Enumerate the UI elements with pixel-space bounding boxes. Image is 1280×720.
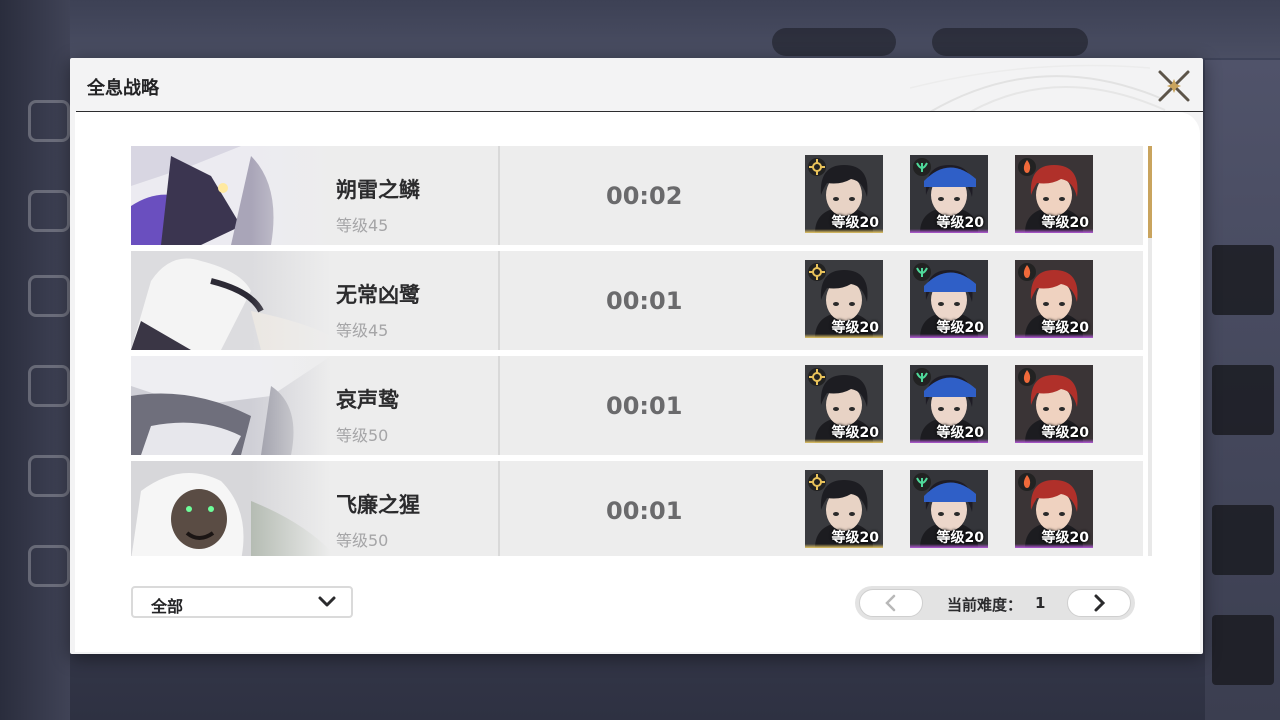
- team-member-card[interactable]: 等级20: [1015, 155, 1093, 233]
- boss-portrait: [131, 251, 331, 350]
- boss-record-row[interactable]: 朔雷之鳞等级45 00:02 等级20 等级20 等级20: [131, 146, 1143, 245]
- background-icon: [28, 190, 70, 232]
- team-member-card[interactable]: 等级20: [910, 155, 988, 233]
- dialog-content: 朔雷之鳞 等级45 00:02 等级20 等级20 等级20 无常凶鹭 等级45 00:01 等级…: [75, 112, 1200, 652]
- rarity-bar: [1015, 334, 1093, 338]
- rarity-bar: [910, 334, 988, 338]
- scrollbar-track[interactable]: [1148, 238, 1152, 556]
- rarity-bar: [1015, 439, 1093, 443]
- aero-element-icon: [913, 473, 931, 491]
- chevron-left-icon: [885, 594, 896, 612]
- background-icon: [28, 545, 70, 587]
- chevron-right-icon: [1094, 594, 1106, 612]
- background-top-bar: [0, 0, 1280, 58]
- rarity-bar: [910, 544, 988, 548]
- clear-time: 00:01: [606, 392, 683, 420]
- team-member-card[interactable]: 等级20: [910, 260, 988, 338]
- clear-time: 00:02: [606, 182, 683, 210]
- background-icon: [28, 275, 70, 317]
- rarity-bar: [1015, 229, 1093, 233]
- background-icon: [28, 365, 70, 407]
- team-member-card[interactable]: 等级20: [910, 365, 988, 443]
- boss-record-row[interactable]: 哀声鸷等级50 00:01 等级20 等级20 等级20: [131, 356, 1143, 455]
- background-icon: [28, 455, 70, 497]
- next-difficulty-button[interactable]: [1067, 589, 1131, 617]
- rarity-bar: [805, 544, 883, 548]
- boss-name: 飞廉之猩: [336, 493, 420, 517]
- aero-element-icon: [913, 263, 931, 281]
- header-decoration: [910, 64, 1166, 112]
- boss-portrait: [131, 146, 331, 245]
- team-member-card[interactable]: 等级20: [805, 260, 883, 338]
- row-divider: [498, 461, 500, 556]
- background-tile: [1212, 365, 1274, 435]
- team-member-card[interactable]: 等级20: [805, 365, 883, 443]
- holographic-strategy-dialog: 全息战略 朔雷之鳞 等级45 00:02 等级20 等级20 等级20 无常凶鹭 等级45 00…: [70, 58, 1203, 654]
- difficulty-value: 1: [1035, 594, 1046, 612]
- boss-record-row[interactable]: 无常凶鹭等级45 00:01 等级20 等级20 等级20: [131, 251, 1143, 350]
- team-member-card[interactable]: 等级20: [1015, 470, 1093, 548]
- clear-time: 00:01: [606, 497, 683, 525]
- boss-name: 无常凶鹭: [336, 283, 420, 307]
- boss-name: 朔雷之鳞: [336, 178, 420, 202]
- electro-element-icon: [808, 158, 826, 176]
- row-divider: [498, 251, 500, 350]
- boss-level: 等级45: [336, 216, 389, 235]
- fusion-element-icon: [1018, 368, 1036, 386]
- background-tile: [1212, 505, 1274, 575]
- aero-element-icon: [913, 368, 931, 386]
- boss-name: 哀声鸷: [336, 388, 399, 412]
- background-currency-pill: [932, 28, 1088, 56]
- boss-level: 等级45: [336, 321, 389, 340]
- team-member-card[interactable]: 等级20: [805, 470, 883, 548]
- dialog-header: 全息战略: [70, 58, 1203, 112]
- fusion-element-icon: [1018, 158, 1036, 176]
- difficulty-pager: 当前难度： 1: [855, 586, 1135, 620]
- chevron-down-icon: [318, 596, 336, 607]
- boss-portrait: [131, 356, 331, 455]
- scrollbar-thumb[interactable]: [1148, 146, 1152, 238]
- team-member-card[interactable]: 等级20: [805, 155, 883, 233]
- boss-record-row[interactable]: 飞廉之猩等级50 00:01 等级20 等级20 等级20: [131, 461, 1143, 556]
- electro-element-icon: [808, 263, 826, 281]
- difficulty-label: 当前难度：: [947, 596, 1023, 614]
- rarity-bar: [805, 229, 883, 233]
- boss-record-list[interactable]: 朔雷之鳞 等级45 00:02 等级20 等级20 等级20 无常凶鹭 等级45 00:01 等级…: [131, 146, 1143, 556]
- rarity-bar: [1015, 544, 1093, 548]
- background-tile: [1212, 615, 1274, 685]
- rarity-bar: [910, 229, 988, 233]
- fusion-element-icon: [1018, 263, 1036, 281]
- team-member-card[interactable]: 等级20: [1015, 365, 1093, 443]
- background-tile: [1212, 245, 1274, 315]
- fusion-element-icon: [1018, 473, 1036, 491]
- electro-element-icon: [808, 473, 826, 491]
- rarity-bar: [805, 334, 883, 338]
- team-member-card[interactable]: 等级20: [910, 470, 988, 548]
- boss-level: 等级50: [336, 531, 389, 550]
- boss-level: 等级50: [336, 426, 389, 445]
- row-divider: [498, 146, 500, 245]
- background-right-panel: [1205, 60, 1280, 720]
- rarity-bar: [805, 439, 883, 443]
- background-icon: [28, 100, 70, 142]
- boss-portrait: [131, 461, 331, 556]
- close-icon: [1158, 70, 1190, 102]
- filter-selected-value: 全部: [151, 597, 184, 616]
- clear-time: 00:01: [606, 287, 683, 315]
- rarity-bar: [910, 439, 988, 443]
- close-button[interactable]: [1156, 68, 1192, 104]
- filter-dropdown[interactable]: 全部: [131, 586, 353, 618]
- dialog-title: 全息战略: [87, 78, 159, 99]
- background-left-panel: [0, 0, 70, 720]
- previous-difficulty-button[interactable]: [859, 589, 923, 617]
- electro-element-icon: [808, 368, 826, 386]
- row-divider: [498, 356, 500, 455]
- team-member-card[interactable]: 等级20: [1015, 260, 1093, 338]
- aero-element-icon: [913, 158, 931, 176]
- background-currency-pill: [772, 28, 896, 56]
